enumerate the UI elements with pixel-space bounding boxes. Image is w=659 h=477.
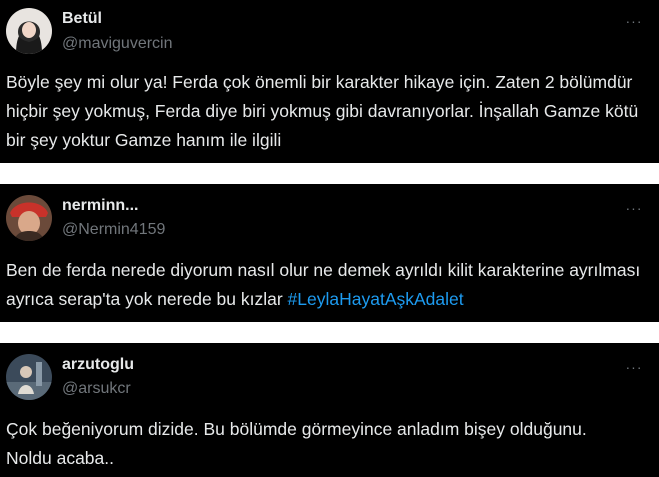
author-name[interactable]: nerminn... (62, 197, 138, 215)
author-name[interactable]: Betül (62, 10, 102, 28)
tweet-text: Ben de ferda nerede diyorum nasıl olur n… (6, 256, 649, 314)
more-horizontal-icon[interactable]: ··· (623, 201, 645, 215)
tweet-card[interactable]: nerminn... @Nermin4159 ··· Ben de ferda … (0, 184, 659, 322)
more-horizontal-icon[interactable]: ··· (623, 14, 645, 28)
avatar[interactable] (6, 354, 52, 400)
tweet-text: Böyle şey mi olur ya! Ferda çok önemli b… (6, 72, 639, 150)
tweet-card[interactable]: arzutoglu @arsukcr ··· Çok beğeniyorum d… (0, 343, 659, 477)
author-handle[interactable]: @maviguvercin (62, 35, 173, 53)
tweet-card[interactable]: Betül @maviguvercin ··· Böyle şey mi olu… (0, 0, 659, 163)
more-horizontal-icon[interactable]: ··· (623, 360, 645, 374)
tweet-text: Çok beğeniyorum dizide. Bu bölümde görme… (6, 419, 587, 468)
avatar[interactable] (6, 8, 52, 54)
avatar[interactable] (6, 195, 52, 241)
hashtag-link[interactable]: #LeylaHayatAşkAdalet (288, 289, 464, 309)
author-handle[interactable]: @arsukcr (62, 380, 131, 398)
author-name[interactable]: arzutoglu (62, 356, 134, 374)
author-handle[interactable]: @Nermin4159 (62, 221, 165, 239)
